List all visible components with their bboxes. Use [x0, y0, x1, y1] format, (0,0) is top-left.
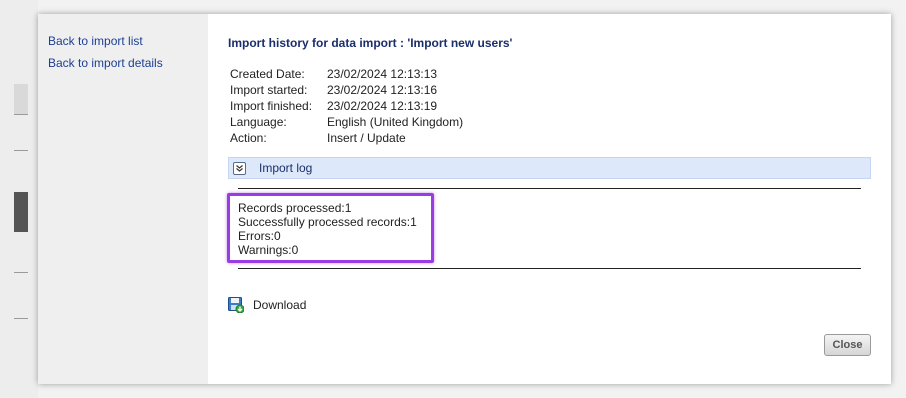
download-disk-icon[interactable] — [228, 297, 245, 314]
background-band — [14, 84, 28, 114]
background-divider — [14, 150, 28, 151]
import-info-table: Created Date: 23/02/2024 12:13:13 Import… — [230, 66, 463, 146]
info-row: Import finished: 23/02/2024 12:13:19 — [230, 98, 463, 114]
back-to-import-details-link[interactable]: Back to import details — [48, 56, 208, 70]
background-divider — [14, 272, 28, 273]
info-key: Created Date: — [230, 67, 305, 81]
info-row: Language: English (United Kingdom) — [230, 114, 463, 130]
info-row: Created Date: 23/02/2024 12:13:13 — [230, 66, 463, 82]
import-log-label: Import log — [259, 161, 313, 175]
background-divider — [14, 318, 28, 319]
info-value: 23/02/2024 12:13:13 — [327, 67, 438, 81]
info-row: Action: Insert / Update — [230, 130, 463, 146]
info-value: 23/02/2024 12:13:19 — [327, 99, 438, 113]
info-row: Import started: 23/02/2024 12:13:16 — [230, 82, 463, 98]
log-line: Warnings:0 — [238, 243, 299, 257]
log-line: Errors:0 — [238, 229, 281, 243]
main-content: Import history for data import : 'Import… — [208, 14, 891, 384]
download-label: Download — [253, 298, 307, 312]
import-history-dialog: Back to import list Back to import detai… — [38, 14, 891, 384]
info-key: Action: — [230, 131, 267, 145]
background-divider — [14, 114, 28, 115]
info-key: Language: — [230, 115, 287, 129]
background-page-strip — [0, 0, 38, 398]
close-button[interactable]: Close — [824, 334, 871, 356]
info-key: Import finished: — [230, 99, 313, 113]
sidebar: Back to import list Back to import detai… — [38, 14, 208, 384]
info-value: English (United Kingdom) — [327, 115, 464, 129]
info-key: Import started: — [230, 83, 308, 97]
log-line: Records processed:1 — [238, 201, 352, 215]
download-link[interactable]: Download — [228, 297, 871, 314]
info-value: 23/02/2024 12:13:16 — [327, 83, 438, 97]
import-log-body: Records processed:1 Successfully process… — [227, 188, 861, 269]
back-to-import-list-link[interactable]: Back to import list — [48, 34, 208, 48]
log-line: Successfully processed records:1 — [238, 215, 417, 229]
background-selected-row — [14, 192, 28, 232]
chevron-down-icon[interactable] — [233, 161, 246, 175]
info-value: Insert / Update — [327, 131, 406, 145]
page-title: Import history for data import : 'Import… — [228, 36, 513, 50]
import-log-toggle[interactable]: Import log — [228, 157, 871, 179]
